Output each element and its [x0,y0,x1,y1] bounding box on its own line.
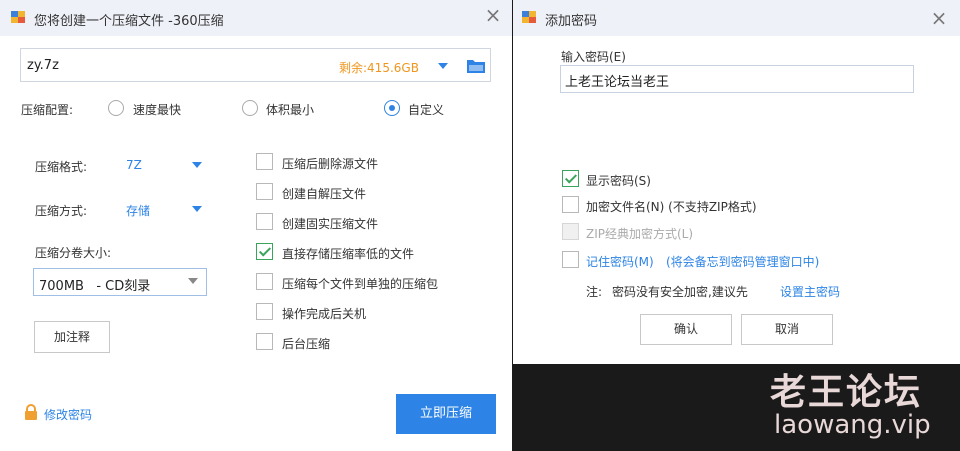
encrypt-filenames-option[interactable]: 加密文件名(N) (不支持ZIP格式) [562,196,862,216]
radio-fastest[interactable] [108,100,124,116]
close-icon[interactable]: × [928,7,950,29]
set-master-password-link[interactable]: 设置主密码 [780,283,840,300]
option-delete-source[interactable]: 压缩后删除源文件 [256,153,486,173]
option-background[interactable]: 后台压缩 [256,333,486,353]
chevron-down-icon [192,206,202,212]
watermark-title: 老王论坛 [770,372,923,413]
checkbox[interactable] [562,196,579,213]
change-password-label: 修改密码 [44,408,93,422]
option-label: 显示密码(S) [586,174,651,188]
watermark-url: laowang.vip [774,410,931,440]
radio-smallest[interactable] [242,100,258,116]
split-size-label: 压缩分卷大小: [35,246,112,260]
option-solid-archive[interactable]: 创建固实压缩文件 [256,213,486,233]
note-text: 密码没有安全加密,建议先 [612,285,748,299]
password-dialog-title: 添加密码 [545,14,598,29]
method-label: 压缩方式: [35,204,88,218]
cancel-label: 取消 [774,322,799,336]
option-shutdown[interactable]: 操作完成后关机 [256,303,486,323]
remember-password-option[interactable]: 记住密码(M) (将会备忘到密码管理窗口中) [562,251,902,271]
method-select[interactable]: 存储 [120,196,208,222]
watermark: 老王论坛 laowang.vip [760,360,960,451]
zip-classic-option: ZIP经典加密方式(L) [562,223,822,243]
cancel-button[interactable]: 取消 [741,314,833,345]
ok-button[interactable]: 确认 [640,314,732,345]
lock-icon [25,404,37,420]
checkbox[interactable] [256,243,273,260]
checkbox[interactable] [256,213,273,230]
split-size-value: 700MB - CD刻录 [39,279,151,294]
compress-now-label: 立即压缩 [419,406,472,421]
remaining-space: 剩余:415.6GB [339,61,419,75]
option-label: 创建固实压缩文件 [282,217,379,231]
close-icon[interactable]: × [482,4,504,26]
option-store-low-ratio[interactable]: 直接存储压缩率低的文件 [256,243,486,263]
option-self-extract[interactable]: 创建自解压文件 [256,183,486,203]
checkbox[interactable] [562,251,579,268]
compress-dialog-titlebar: 您将创建一个压缩文件 -360压缩 × [0,0,512,36]
option-label: 压缩每个文件到单独的压缩包 [282,277,439,291]
option-separate-archives[interactable]: 压缩每个文件到单独的压缩包 [256,273,486,293]
archive-path-field[interactable]: zy.7z 剩余:415.6GB [20,48,491,82]
add-comment-label: 加注释 [53,330,90,344]
chevron-down-icon [188,278,198,284]
radio-custom-label[interactable]: 自定义 [408,101,444,118]
app-icon [11,11,25,23]
option-label: 创建自解压文件 [282,187,367,201]
password-dialog: 添加密码 × 输入密码(E) 上老王论坛当老王 显示密码(S) 加密文件名(N)… [513,0,960,364]
ok-label: 确认 [673,322,698,336]
compress-dialog: 您将创建一个压缩文件 -360压缩 × zy.7z 剩余:415.6GB 压缩配… [0,0,512,451]
format-label: 压缩格式: [35,160,88,174]
folder-icon[interactable] [467,59,485,73]
checkbox[interactable] [256,333,273,350]
show-password-option[interactable]: 显示密码(S) [562,170,822,190]
checkbox[interactable] [256,153,273,170]
format-select[interactable]: 7Z [120,152,208,178]
checkbox[interactable] [256,183,273,200]
option-label: 后台压缩 [282,337,331,351]
radio-custom[interactable] [384,100,400,116]
split-size-select[interactable]: 700MB - CD刻录 [33,268,207,296]
compress-config-label: 压缩配置: [21,103,74,117]
chevron-down-icon [192,162,202,168]
remember-password-label: 记住密码(M) [586,255,654,269]
compress-now-button[interactable]: 立即压缩 [396,394,496,434]
chevron-down-icon[interactable] [438,63,448,69]
format-value: 7Z [126,158,142,172]
compress-dialog-title: 您将创建一个压缩文件 -360压缩 [34,14,224,29]
checkbox[interactable] [256,273,273,290]
archive-path-value: zy.7z [27,58,59,73]
note-prefix: 注: [586,285,603,299]
add-comment-button[interactable]: 加注释 [34,321,110,353]
option-label: 直接存储压缩率低的文件 [282,247,415,261]
option-label: 压缩后删除源文件 [282,157,379,171]
remember-password-note: (将会备忘到密码管理窗口中) [666,255,820,269]
option-label: ZIP经典加密方式(L) [586,227,694,241]
option-label: 操作完成后关机 [282,307,367,321]
option-label: 加密文件名(N) (不支持ZIP格式) [586,200,757,214]
method-value: 存储 [126,204,151,218]
radio-smallest-label[interactable]: 体积最小 [266,101,314,118]
checkbox[interactable] [256,303,273,320]
checkbox [562,223,579,240]
app-icon [522,11,536,23]
password-value: 上老王论坛当老王 [565,75,670,90]
checkbox[interactable] [562,170,579,187]
password-input[interactable]: 上老王论坛当老王 [560,65,914,93]
password-input-label: 输入密码(E) [561,50,626,64]
password-dialog-titlebar: 添加密码 × [513,0,960,36]
radio-fastest-label[interactable]: 速度最快 [133,101,181,118]
